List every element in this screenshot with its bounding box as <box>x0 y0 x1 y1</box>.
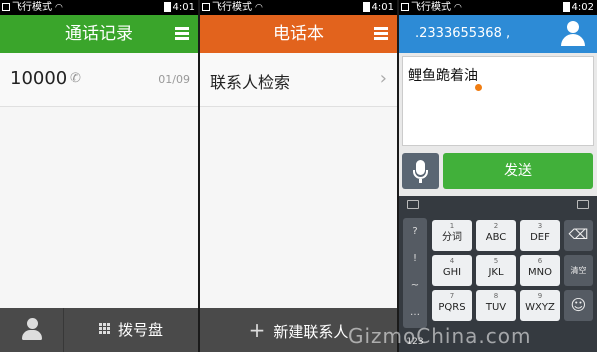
recipient-field[interactable]: .2333655368 , <box>415 26 510 41</box>
dialpad-button[interactable]: 拨号盘 <box>64 308 198 352</box>
clear-key[interactable]: 清空 <box>564 255 593 286</box>
status-time: 4:02 <box>571 2 594 13</box>
page-title: 通话记录 <box>65 24 133 44</box>
key-label: PQRS <box>438 302 466 313</box>
contact-search-row[interactable]: 联系人检索 › <box>200 53 397 107</box>
status-bar: 飞行模式 ◠ 4:01 <box>0 0 198 15</box>
battery-icon <box>362 2 370 12</box>
wifi-icon: ◠ <box>255 3 263 13</box>
key-number: 6 <box>537 257 543 265</box>
microphone-icon-stand <box>413 170 428 179</box>
key-label: TUV <box>485 302 507 313</box>
key-label: 分词 <box>442 232 462 243</box>
contact-picker-icon[interactable] <box>561 21 585 47</box>
new-contact-label: 新建联系人 <box>273 323 349 341</box>
dialpad-label: 拨号盘 <box>117 321 163 339</box>
plus-icon: + <box>248 318 266 342</box>
key-label: MNO <box>528 267 552 278</box>
contact-search-label: 联系人检索 <box>210 73 291 92</box>
key-label: WXYZ <box>525 302 555 313</box>
message-text: 鲤鱼跪着油 <box>408 68 478 84</box>
chevron-right-icon: › <box>379 68 387 89</box>
key-9[interactable]: 9 WXYZ <box>520 290 560 321</box>
call-log-screen: 飞行模式 ◠ 4:01 通话记录 10000 ✆ 01/09 拨号盘 <box>0 0 198 352</box>
key-label: GHI <box>442 267 462 278</box>
keyboard-toolbar <box>399 196 597 214</box>
battery-icon <box>163 2 171 12</box>
notification-icon <box>2 3 10 11</box>
symbol-key[interactable]: ~ <box>403 272 427 299</box>
key-number: 4 <box>449 257 455 265</box>
menu-icon[interactable] <box>374 27 388 40</box>
key-label: ABC <box>485 232 507 243</box>
key-number: 2 <box>493 222 499 230</box>
key-number: 5 <box>493 257 499 265</box>
phonebook-screen: 飞行模式 ◠ 4:01 电话本 联系人检索 › + 新建联系人 <box>200 0 397 352</box>
title-bar: 通话记录 <box>0 15 198 53</box>
contacts-button[interactable] <box>0 308 64 352</box>
key-number: 9 <box>537 292 543 300</box>
call-number: 10000 <box>10 68 68 89</box>
airplane-mode-label: 飞行模式 <box>212 2 252 13</box>
battery-icon <box>562 2 570 12</box>
cursor-handle[interactable] <box>475 84 482 91</box>
wifi-icon: ◠ <box>454 3 462 13</box>
status-bar: 飞行模式 ◠ 4:02 <box>399 0 597 15</box>
voice-input-button[interactable] <box>402 153 439 189</box>
call-date: 01/09 <box>158 73 190 86</box>
symbol-key[interactable]: … <box>403 299 427 326</box>
symbol-key[interactable]: ! <box>403 245 427 272</box>
symbol-column[interactable]: ? ! ~ … <box>403 218 427 328</box>
microphone-icon-base <box>419 179 422 183</box>
call-log-row[interactable]: 10000 ✆ 01/09 <box>0 53 198 107</box>
sms-compose-screen: 飞行模式 ◠ 4:02 .2333655368 , 鲤鱼跪着油 发送 ? ! ~ … <box>399 0 597 352</box>
key-7[interactable]: 7 PQRS <box>432 290 472 321</box>
person-icon <box>22 318 42 340</box>
menu-icon[interactable] <box>175 27 189 40</box>
backspace-key[interactable]: ⌫ <box>564 220 593 251</box>
bottom-bar: 拨号盘 <box>0 308 198 352</box>
key-8[interactable]: 8 TUV <box>476 290 516 321</box>
recipient-bar: .2333655368 , <box>399 15 597 53</box>
key-3[interactable]: 3 DEF <box>520 220 560 251</box>
message-input[interactable]: 鲤鱼跪着油 <box>402 56 594 146</box>
grid-icon <box>98 323 112 336</box>
key-number: 7 <box>449 292 455 300</box>
key-label: JKL <box>488 267 504 278</box>
status-time: 4:01 <box>371 2 394 13</box>
status-time: 4:01 <box>172 2 195 13</box>
notification-icon <box>401 3 409 11</box>
title-bar: 电话本 <box>200 15 397 53</box>
key-number: 8 <box>493 292 499 300</box>
airplane-mode-label: 飞行模式 <box>12 2 52 13</box>
key-2[interactable]: 2 ABC <box>476 220 516 251</box>
page-title: 电话本 <box>273 24 324 44</box>
keyboard-hide-icon[interactable] <box>577 200 589 209</box>
backspace-icon: ⌫ <box>568 227 589 243</box>
key-6[interactable]: 6 MNO <box>520 255 560 286</box>
key-5[interactable]: 5 JKL <box>476 255 516 286</box>
wifi-icon: ◠ <box>55 3 63 13</box>
key-4[interactable]: 4 GHI <box>432 255 472 286</box>
watermark: GizmoChina.com <box>348 324 532 348</box>
send-button[interactable]: 发送 <box>443 153 593 189</box>
airplane-mode-label: 飞行模式 <box>411 2 451 13</box>
emoji-key[interactable]: ☺ <box>564 290 593 321</box>
phone-icon: ✆ <box>70 71 81 86</box>
key-1[interactable]: 1 分词 <box>432 220 472 251</box>
key-number: 3 <box>537 222 543 230</box>
keyboard-switch-icon[interactable] <box>407 200 419 209</box>
status-bar: 飞行模式 ◠ 4:01 <box>200 0 397 15</box>
notification-icon <box>202 3 210 11</box>
symbol-key[interactable]: ? <box>403 218 427 245</box>
key-label: DEF <box>530 232 550 243</box>
key-number: 1 <box>449 222 455 230</box>
